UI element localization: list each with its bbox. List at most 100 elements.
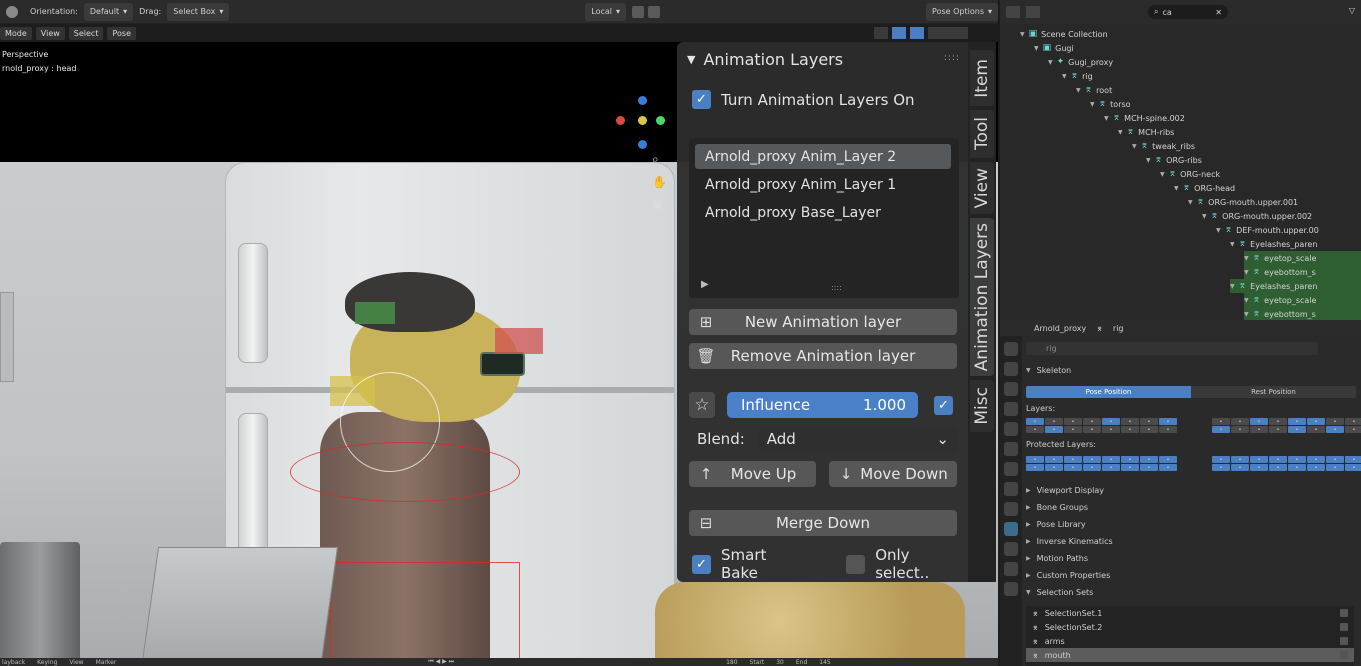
layer-toggle[interactable]: • <box>1121 456 1139 463</box>
checkbox-icon[interactable] <box>1340 609 1348 617</box>
properties-section[interactable]: ▼ Selection Sets <box>1026 588 1093 597</box>
object-tab-icon[interactable] <box>1004 462 1018 476</box>
expand-arrow-icon[interactable]: ▼ <box>1104 115 1109 122</box>
expand-arrow-icon[interactable]: ▼ <box>1230 241 1235 248</box>
pan-hand-icon[interactable]: ✋ <box>652 175 667 189</box>
expand-arrow-icon[interactable]: ▼ <box>1244 311 1249 318</box>
outliner-search[interactable]: ⌕ ca ✕ <box>1148 5 1228 19</box>
protected-layers-grid-a[interactable]: • • • • • • • • • • • • • • • • <box>1026 456 1177 471</box>
layer-toggle[interactable]: • <box>1083 426 1101 433</box>
playback-menu[interactable]: layback <box>2 659 25 666</box>
layer-toggle[interactable]: • <box>1026 418 1044 425</box>
move-down-button[interactable]: ↓ Move Down <box>829 461 957 487</box>
outliner-row[interactable]: ▼ ⌆ eyetop_scale <box>1244 251 1361 265</box>
select-menu[interactable]: Select <box>68 26 104 40</box>
render-tab-icon[interactable] <box>1004 362 1018 376</box>
layer-toggle[interactable]: • <box>1159 418 1177 425</box>
layer-toggle[interactable]: • <box>1159 456 1177 463</box>
layer-toggle[interactable]: • <box>1083 464 1101 471</box>
list-item[interactable]: ⌆ mouth <box>1026 648 1354 662</box>
layer-toggle[interactable]: • <box>1288 464 1306 471</box>
outliner-row[interactable]: ▼ ⌆ MCH-spine.002 <box>1104 111 1191 125</box>
checkbox-icon[interactable]: ✓ <box>692 90 711 109</box>
outliner-row[interactable]: ▼ ⌆ tweak_ribs <box>1132 139 1201 153</box>
rest-position-button[interactable]: Rest Position <box>1191 386 1356 398</box>
layer-toggle[interactable]: • <box>1345 426 1361 433</box>
modifier-tab-icon[interactable] <box>1004 482 1018 496</box>
transform-space-dropdown[interactable]: Local ▾ <box>585 2 627 21</box>
marker-menu[interactable]: Marker <box>96 659 117 666</box>
new-layer-button[interactable]: ⊞ New Animation layer <box>689 309 957 335</box>
layer-toggle[interactable]: • <box>1288 426 1306 433</box>
outliner-row[interactable]: ▼ ⌆ Eyelashes_paren <box>1230 279 1361 293</box>
expand-arrow-icon[interactable]: ▼ <box>1188 199 1193 206</box>
outliner-row[interactable]: ▼ ⌆ ORG-mouth.upper.002 <box>1202 209 1318 223</box>
overlay-icon[interactable] <box>874 27 888 39</box>
layer-toggle[interactable]: • <box>1250 464 1268 471</box>
view-menu[interactable]: View <box>69 659 83 666</box>
clear-search-icon[interactable]: ✕ <box>1215 8 1222 17</box>
properties-section[interactable]: ▶ Pose Library <box>1026 520 1086 529</box>
layer-toggle[interactable]: • <box>1326 464 1344 471</box>
layer-toggle[interactable]: • <box>1121 426 1139 433</box>
layer-toggle[interactable]: • <box>1288 418 1306 425</box>
expand-arrow-icon[interactable]: ▼ <box>1244 297 1249 304</box>
layer-toggle[interactable]: • <box>1026 426 1044 433</box>
layer-toggle[interactable]: • <box>1045 464 1063 471</box>
layer-toggle[interactable]: • <box>1250 418 1268 425</box>
blend-dropdown[interactable]: Add ⌄ <box>758 427 957 451</box>
zoom-icon[interactable]: ⌕ <box>652 152 667 167</box>
layer-toggle[interactable]: • <box>1307 426 1325 433</box>
xray-icon[interactable] <box>910 27 924 39</box>
expand-arrow-icon[interactable]: ▼ <box>1132 143 1137 150</box>
expand-arrow-icon[interactable]: ▼ <box>1174 185 1179 192</box>
layer-toggle[interactable]: • <box>1026 456 1044 463</box>
outliner-row[interactable]: ▼ ⌆ ORG-neck <box>1160 167 1226 181</box>
pose-options-dropdown[interactable]: Pose Options ▾ <box>926 2 998 21</box>
expand-arrow-icon[interactable]: ▼ <box>1244 269 1249 276</box>
layer-toggle[interactable]: • <box>1064 464 1082 471</box>
outliner-row[interactable]: ▼ ⌆ eyebottom_s <box>1244 265 1361 279</box>
properties-section[interactable]: ▶ Inverse Kinematics <box>1026 537 1113 546</box>
expand-arrow-icon[interactable]: ▼ <box>1160 171 1165 178</box>
character-model[interactable] <box>290 262 580 658</box>
expand-arrow-icon[interactable]: ▼ <box>1202 213 1207 220</box>
layer-toggle[interactable]: • <box>1045 456 1063 463</box>
outliner-row[interactable]: ▼ ⌆ root <box>1076 83 1118 97</box>
list-item[interactable]: ⌆ SelectionSet.2 <box>1026 620 1354 634</box>
mode-menu[interactable]: Mode <box>0 26 32 40</box>
layer-toggle[interactable]: • <box>1250 456 1268 463</box>
panel-header[interactable]: ▼ Animation Layers :::: <box>677 42 968 76</box>
layer-toggle[interactable]: • <box>1307 456 1325 463</box>
properties-section[interactable]: ▶ Bone Groups <box>1026 503 1088 512</box>
snap-toggle[interactable] <box>626 3 666 21</box>
texture-tab-icon[interactable] <box>1004 582 1018 596</box>
editor-type-button[interactable] <box>0 3 24 21</box>
bone-layers-grid-a[interactable]: • • • • • • • • • • • • • • • • <box>1026 418 1177 433</box>
layer-item[interactable]: Arnold_proxy Base_Layer <box>695 200 951 225</box>
layer-toggle[interactable]: • <box>1231 418 1249 425</box>
expand-arrow-icon[interactable]: ▼ <box>1076 87 1081 94</box>
layer-toggle[interactable]: • <box>1102 426 1120 433</box>
layer-toggle[interactable]: • <box>1269 464 1287 471</box>
checkbox-icon[interactable] <box>1340 651 1348 659</box>
constraint-tab-icon[interactable] <box>1004 562 1018 576</box>
gizmo-z-neg[interactable] <box>638 140 647 149</box>
gizmo-x-neg[interactable] <box>616 116 625 125</box>
layer-toggle[interactable]: • <box>1231 426 1249 433</box>
start-value[interactable]: 30 <box>776 659 784 666</box>
list-item[interactable]: ⌆ SelectionSet.1 <box>1026 606 1354 620</box>
drag-dropdown[interactable]: Select Box ▾ <box>167 2 230 21</box>
smart-bake-checkbox[interactable]: ✓ <box>692 554 711 574</box>
expand-arrow-icon[interactable]: ▼ <box>1048 59 1053 66</box>
view-layer-tab-icon[interactable] <box>1004 402 1018 416</box>
output-tab-icon[interactable] <box>1004 382 1018 396</box>
layer-toggle[interactable]: • <box>1102 456 1120 463</box>
layer-toggle[interactable]: • <box>1288 456 1306 463</box>
tool-tab-icon[interactable] <box>1004 342 1018 356</box>
layer-toggle[interactable]: • <box>1269 426 1287 433</box>
layer-toggle[interactable]: • <box>1045 426 1063 433</box>
playback-controls-icon[interactable]: ⏮ ◀ ▶ ⏭ <box>428 658 454 666</box>
outliner-row[interactable]: ▼ ⌆ Eyelashes_paren <box>1230 237 1323 251</box>
layer-toggle[interactable]: • <box>1083 456 1101 463</box>
